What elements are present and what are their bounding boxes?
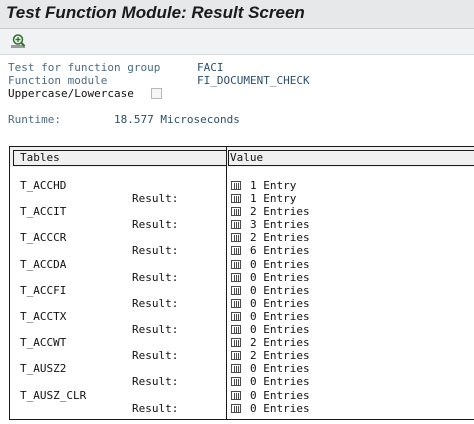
entry-value: 2 Entries xyxy=(250,336,310,349)
table-name: T_ACCDA xyxy=(20,258,67,271)
table-entries-icon[interactable] xyxy=(231,351,241,360)
table-entries-icon[interactable] xyxy=(231,404,241,413)
function-module-label: Function module xyxy=(8,74,108,87)
result-value: 0 Entries xyxy=(250,297,310,310)
runtime-value: 18.577 Microseconds xyxy=(114,113,240,126)
table-name: T_AUSZ_CLR xyxy=(20,389,87,402)
result-value: 6 Entries xyxy=(250,244,310,257)
result-label: Result: xyxy=(132,271,179,284)
table-entries-icon[interactable] xyxy=(231,364,241,373)
case-label: Uppercase/Lowercase xyxy=(8,87,134,100)
table-entries-icon[interactable] xyxy=(231,338,241,347)
table-entries-icon[interactable] xyxy=(231,377,241,386)
result-value: 3 Entries xyxy=(250,218,310,231)
result-label: Result: xyxy=(132,375,179,388)
entry-value: 0 Entries xyxy=(250,362,310,375)
window-title: Test Function Module: Result Screen xyxy=(6,3,305,22)
result-value: 0 Entries xyxy=(250,271,310,284)
result-value: 0 Entries xyxy=(250,375,310,388)
entry-value: 2 Entries xyxy=(250,231,310,244)
result-label: Result: xyxy=(132,323,179,336)
result-value: 1 Entry xyxy=(250,192,297,205)
entry-value: 1 Entry xyxy=(250,179,297,192)
table-entries-icon[interactable] xyxy=(231,391,241,400)
table-entries-icon[interactable] xyxy=(231,233,241,242)
entry-value: 0 Entries xyxy=(250,258,310,271)
table-entries-icon[interactable] xyxy=(231,299,241,308)
table-entries-icon[interactable] xyxy=(231,286,241,295)
case-checkbox[interactable] xyxy=(151,88,162,99)
entry-value: 0 Entries xyxy=(250,284,310,297)
table-entries-icon[interactable] xyxy=(231,220,241,229)
table-name: T_ACCHD xyxy=(20,179,67,192)
result-label: Result: xyxy=(132,297,179,310)
column-divider xyxy=(226,146,227,419)
value-column-header[interactable] xyxy=(228,150,474,166)
table-name: T_AUSZ2 xyxy=(20,362,67,375)
table-entries-icon[interactable] xyxy=(231,207,241,216)
tables-column-label: Tables xyxy=(20,151,60,164)
table-name: T_ACCCR xyxy=(20,231,67,244)
table-entries-icon[interactable] xyxy=(231,325,241,334)
entry-value: 0 Entries xyxy=(250,389,310,402)
result-label: Result: xyxy=(132,244,179,257)
result-label: Result: xyxy=(132,402,179,415)
table-entries-icon[interactable] xyxy=(231,246,241,255)
entry-value: 0 Entries xyxy=(250,310,310,323)
runtime-label: Runtime: xyxy=(8,113,61,126)
result-value: 0 Entries xyxy=(250,402,310,415)
table-name: T_ACCTX xyxy=(20,310,67,323)
table-entries-icon[interactable] xyxy=(231,273,241,282)
result-label: Result: xyxy=(132,349,179,362)
function-group-label: Test for function group xyxy=(8,61,161,74)
zoom-in-button[interactable] xyxy=(10,32,28,50)
result-value: 0 Entries xyxy=(250,323,310,336)
entry-value: 2 Entries xyxy=(250,205,310,218)
results-table xyxy=(9,146,474,420)
table-entries-icon[interactable] xyxy=(231,181,241,190)
function-module-value: FI_DOCUMENT_CHECK xyxy=(197,74,310,87)
table-entries-icon[interactable] xyxy=(231,312,241,321)
result-label: Result: xyxy=(132,192,179,205)
table-name: T_ACCWT xyxy=(20,336,67,349)
application-toolbar xyxy=(0,29,474,55)
table-entries-icon[interactable] xyxy=(231,194,241,203)
title-bar: Test Function Module: Result Screen xyxy=(0,0,474,29)
result-label: Result: xyxy=(132,218,179,231)
table-name: T_ACCFI xyxy=(20,284,67,297)
zoom-in-icon xyxy=(11,34,26,48)
function-group-value: FACI xyxy=(197,61,224,74)
table-name: T_ACCIT xyxy=(20,205,67,218)
table-entries-icon[interactable] xyxy=(231,260,241,269)
result-value: 2 Entries xyxy=(250,349,310,362)
value-column-label: Value xyxy=(230,151,264,164)
